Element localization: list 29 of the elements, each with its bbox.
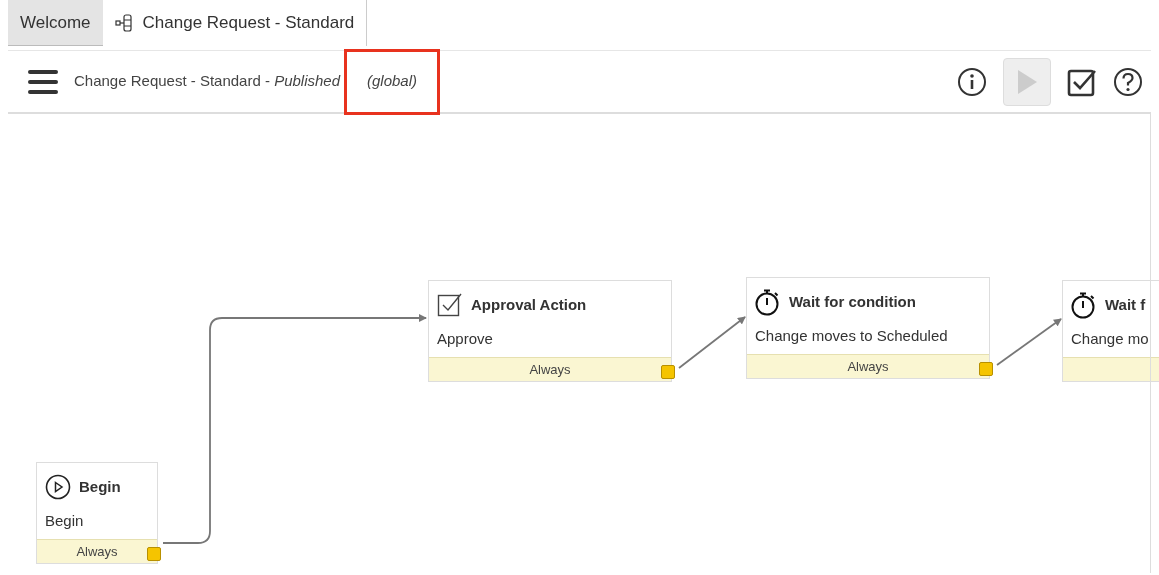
node-condition: Always	[76, 542, 118, 561]
checkbox-icon	[437, 292, 463, 318]
activity-node[interactable]: Approval Action Approve Always	[428, 280, 672, 382]
node-title: Wait for condition	[789, 291, 916, 312]
play-circle-icon	[45, 474, 71, 500]
activity-node[interactable]: Wait f Change mo	[1062, 280, 1159, 382]
node-description: Begin	[45, 510, 84, 531]
workflow-title: Change Request - Standard - Published	[74, 71, 340, 92]
node-condition: Always	[847, 357, 889, 376]
node-title: Begin	[79, 476, 121, 497]
info-icon[interactable]	[957, 66, 987, 97]
connector-arrow	[678, 316, 746, 369]
stopwatch-icon	[755, 288, 781, 316]
node-condition: Always	[529, 360, 571, 379]
node-description: Change moves to Scheduled	[755, 325, 948, 346]
tab[interactable]: Welcome	[8, 0, 103, 46]
play-icon	[1016, 68, 1038, 95]
workflow-icon	[114, 13, 135, 33]
connector-arrow	[996, 318, 1062, 366]
activity-node[interactable]: Wait for condition Change moves to Scheduled Always	[746, 277, 990, 379]
node-title: Wait f	[1105, 294, 1146, 315]
activity-node[interactable]: Begin Begin Always	[36, 462, 158, 564]
node-description: Change mo	[1071, 328, 1149, 349]
stopwatch-icon	[1071, 291, 1097, 319]
help-icon[interactable]	[1113, 66, 1143, 97]
node-title: Approval Action	[471, 294, 587, 315]
menu-button[interactable]	[28, 69, 58, 94]
workflow-scope: (global)	[367, 71, 418, 92]
node-description: Approve	[437, 328, 493, 349]
